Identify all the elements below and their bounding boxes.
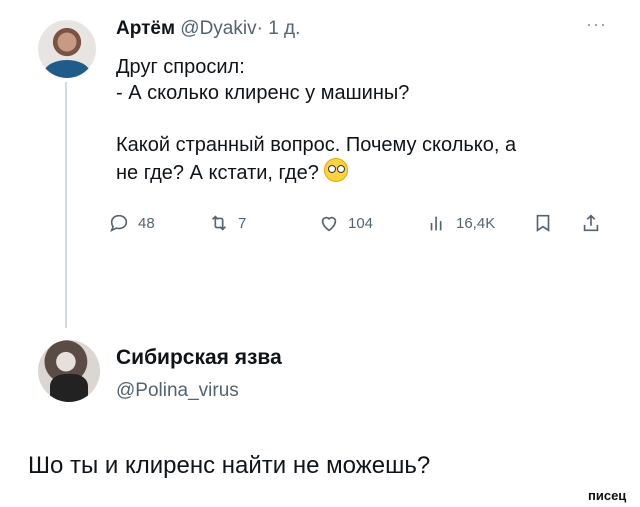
- like-count: 104: [348, 214, 374, 232]
- watermark: писец: [588, 488, 627, 503]
- author-name[interactable]: Артём: [116, 18, 175, 39]
- tweet-actions: 48 7 104 16,4K: [108, 212, 608, 240]
- more-options-icon[interactable]: ···: [586, 14, 607, 35]
- heart-icon: [321, 216, 337, 232]
- share-button[interactable]: [580, 212, 602, 234]
- reply-text: Шо ты и клиренс найти не можешь?: [28, 452, 431, 479]
- retweet-button[interactable]: 7: [208, 212, 246, 234]
- tweet-line: не где? А кстати, где?: [116, 158, 606, 186]
- retweet-icon: [211, 215, 227, 231]
- bookmark-icon: [536, 214, 550, 232]
- author-handle[interactable]: @Dyakiv: [180, 18, 256, 39]
- retweet-count: 7: [238, 214, 247, 232]
- rolling-eyes-emoji-icon: [324, 158, 349, 182]
- tweet-header: Артём @Dyakiv· 1 д.: [116, 18, 300, 40]
- like-button[interactable]: 104: [318, 212, 373, 234]
- share-icon: [583, 214, 599, 232]
- reply-count: 48: [138, 214, 155, 232]
- author-avatar[interactable]: [38, 20, 96, 78]
- separator: ·: [256, 18, 263, 39]
- tweet-line: Какой странный вопрос. Почему сколько, а: [116, 134, 517, 156]
- tweet-line-text: не где? А кстати, где?: [116, 162, 319, 184]
- tweet-line: Друг спросил:: [116, 56, 245, 78]
- reply-icon: [110, 214, 128, 232]
- reply-author-handle[interactable]: @Polina_virus: [116, 380, 239, 402]
- views-button[interactable]: 16,4K: [426, 212, 495, 234]
- tweet-text: Друг спросил: - А сколько клиренс у маши…: [116, 54, 606, 186]
- views-count: 16,4K: [456, 214, 496, 232]
- reply-button[interactable]: 48: [108, 212, 155, 234]
- thread-line: [65, 82, 67, 328]
- views-chart-icon: [430, 216, 442, 231]
- reply-author-avatar[interactable]: [38, 340, 100, 402]
- bookmark-button[interactable]: [532, 212, 554, 234]
- tweet-line: - А сколько клиренс у машины?: [116, 82, 410, 104]
- reply-author-name[interactable]: Сибирская язва: [116, 346, 282, 370]
- tweet-time[interactable]: 1 д.: [268, 18, 300, 39]
